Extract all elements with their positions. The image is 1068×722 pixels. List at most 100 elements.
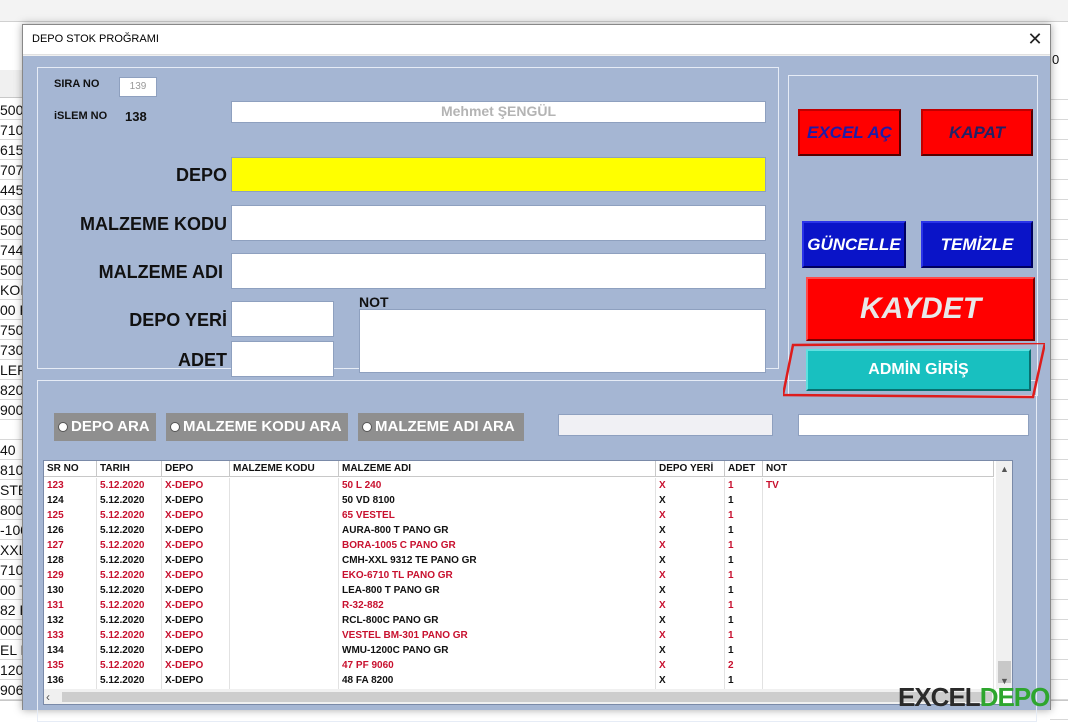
cell-adet: 1 [725, 478, 763, 493]
table-row[interactable]: 129 5.12.2020 X-DEPO EKO-6710 TL PANO GR X 1 [44, 568, 994, 583]
spreadsheet-cell: EL E [0, 640, 24, 660]
vertical-scrollbar[interactable]: ▲ ▼ [996, 461, 1012, 689]
cell-tarih: 5.12.2020 [97, 673, 162, 688]
window-title: DEPO STOK PROĞRAMI [32, 33, 159, 45]
spreadsheet-cell: 120 [0, 662, 24, 680]
spreadsheet-gridline [1050, 540, 1068, 560]
scroll-up-icon[interactable]: ▲ [996, 461, 1012, 477]
cell-not [763, 628, 994, 643]
sira-no-field[interactable]: 139 [119, 77, 157, 97]
adet-input[interactable] [231, 341, 334, 377]
cell-malzeme-adi: 50 L 240 [339, 478, 656, 493]
grid-header: SR NO TARIH DEPO MALZEME KODU MALZEME ADI DEP… [44, 461, 994, 477]
spreadsheet-cell: KOI [0, 282, 24, 300]
cell-sr-no: 126 [44, 523, 97, 538]
scroll-left-icon[interactable]: ‹ [46, 689, 50, 704]
cell-sr-no: 132 [44, 613, 97, 628]
table-row[interactable]: 126 5.12.2020 X-DEPO AURA-800 T PANO GR X 1 [44, 523, 994, 538]
spreadsheet-gridline [1050, 460, 1068, 480]
cell-not [763, 568, 994, 583]
column-header-malzeme-adi[interactable]: MALZEME ADI [339, 461, 656, 477]
table-row[interactable]: 134 5.12.2020 X-DEPO WMU-1200C PANO GR X 1 [44, 643, 994, 658]
not-textarea[interactable] [359, 309, 766, 373]
cell-adet: 1 [725, 643, 763, 658]
close-button[interactable]: ✕ [1020, 25, 1050, 55]
cell-sr-no: 136 [44, 673, 97, 688]
cell-adet: 1 [725, 538, 763, 553]
spreadsheet-gridline [1050, 660, 1068, 680]
table-row[interactable]: 125 5.12.2020 X-DEPO 65 VESTEL X 1 [44, 508, 994, 523]
logo-depo-text: DEPO [979, 682, 1051, 712]
cell-depo: X-DEPO [162, 658, 230, 673]
depo-ara-option[interactable]: DEPO ARA [54, 413, 156, 441]
cell-malzeme-kodu [230, 508, 339, 523]
column-header-depo-yeri[interactable]: DEPO YERİ [656, 461, 725, 477]
cell-not [763, 523, 994, 538]
table-row[interactable]: 132 5.12.2020 X-DEPO RCL-800C PANO GR X 1 [44, 613, 994, 628]
spreadsheet-gridline [1050, 640, 1068, 660]
cell-sr-no: 129 [44, 568, 97, 583]
spreadsheet-gridline [1050, 380, 1068, 400]
spreadsheet-cell [0, 420, 24, 440]
column-header-depo[interactable]: DEPO [162, 461, 230, 477]
user-name-field: Mehmet ŞENGÜL [231, 101, 766, 123]
table-row[interactable]: 135 5.12.2020 X-DEPO 47 PF 9060 X 2 [44, 658, 994, 673]
horizontal-scroll-thumb[interactable] [62, 692, 992, 702]
table-row[interactable]: 124 5.12.2020 X-DEPO 50 VD 8100 X 1 [44, 493, 994, 508]
cell-sr-no: 130 [44, 583, 97, 598]
excel-ac-button[interactable]: EXCEL AÇ [798, 109, 901, 156]
spreadsheet-gridline [1050, 200, 1068, 220]
spreadsheet-column-header [0, 70, 24, 98]
malzeme-adi-input[interactable] [231, 253, 766, 289]
horizontal-scrollbar[interactable]: ‹ [44, 689, 996, 704]
malzeme-kodu-ara-option[interactable]: MALZEME KODU ARA [166, 413, 348, 441]
table-row[interactable]: 133 5.12.2020 X-DEPO VESTEL BM-301 PANO GR X… [44, 628, 994, 643]
column-header-malzeme-kodu[interactable]: MALZEME KODU [230, 461, 339, 477]
table-row[interactable]: 123 5.12.2020 X-DEPO 50 L 240 X 1 TV [44, 478, 994, 493]
cell-sr-no: 124 [44, 493, 97, 508]
guncelle-button[interactable]: GÜNCELLE [802, 221, 906, 268]
cell-adet: 1 [725, 508, 763, 523]
kapat-button[interactable]: KAPAT [921, 109, 1033, 156]
cell-sr-no: 128 [44, 553, 97, 568]
column-header-adet[interactable]: ADET [725, 461, 763, 477]
spreadsheet-left-column: 500 710 615 707 445 030 500 744 500 KOI00 F 750 730… [0, 100, 24, 710]
malzeme-adi-ara-option[interactable]: MALZEME ADI ARA [358, 413, 524, 441]
depo-input[interactable] [231, 157, 766, 192]
table-row[interactable]: 128 5.12.2020 X-DEPO CMH-XXL 9312 TE PANO G… [44, 553, 994, 568]
cell-depo-yeri: X [656, 523, 725, 538]
kaydet-button[interactable]: KAYDET [806, 277, 1035, 341]
cell-tarih: 5.12.2020 [97, 643, 162, 658]
cell-depo-yeri: X [656, 598, 725, 613]
depo-yeri-input[interactable] [231, 301, 334, 337]
cell-adet: 1 [725, 673, 763, 688]
spreadsheet-cell: 750 [0, 322, 24, 340]
spreadsheet-formula-bar [0, 0, 1068, 22]
cell-tarih: 5.12.2020 [97, 583, 162, 598]
table-row[interactable]: 131 5.12.2020 X-DEPO R-32-882 X 1 [44, 598, 994, 613]
cell-malzeme-kodu [230, 553, 339, 568]
spreadsheet-cell: 000 [0, 622, 24, 640]
table-row[interactable]: 136 5.12.2020 X-DEPO 48 FA 8200 X 1 [44, 673, 994, 688]
cell-depo: X-DEPO [162, 553, 230, 568]
search-filter-field[interactable] [558, 414, 773, 436]
malzeme-adi-label: MALZEME ADI [98, 262, 223, 282]
cell-malzeme-kodu [230, 673, 339, 688]
column-header-sr-no[interactable]: SR NO [44, 461, 97, 477]
spreadsheet-gridline [1050, 620, 1068, 640]
cell-malzeme-kodu [230, 568, 339, 583]
table-row[interactable]: 130 5.12.2020 X-DEPO LEA-800 T PANO GR X 1 [44, 583, 994, 598]
islem-no-label: iSLEM NO [54, 110, 108, 122]
spreadsheet-cell: 500 [0, 222, 24, 240]
column-header-tarih[interactable]: TARIH [97, 461, 162, 477]
cell-depo: X-DEPO [162, 523, 230, 538]
table-row[interactable]: 127 5.12.2020 X-DEPO BORA-1005 C PANO GR X 1 [44, 538, 994, 553]
stock-list-grid[interactable]: SR NO TARIH DEPO MALZEME KODU MALZEME ADI DEP… [43, 460, 1013, 705]
cell-sr-no: 123 [44, 478, 97, 493]
malzeme-kodu-input[interactable] [231, 205, 766, 241]
temizle-button[interactable]: TEMİZLE [921, 221, 1033, 268]
search-input[interactable] [798, 414, 1029, 436]
column-header-not[interactable]: NOT [763, 461, 994, 477]
cell-malzeme-adi: LEA-800 T PANO GR [339, 583, 656, 598]
depo-ara-radio-icon [58, 422, 68, 432]
